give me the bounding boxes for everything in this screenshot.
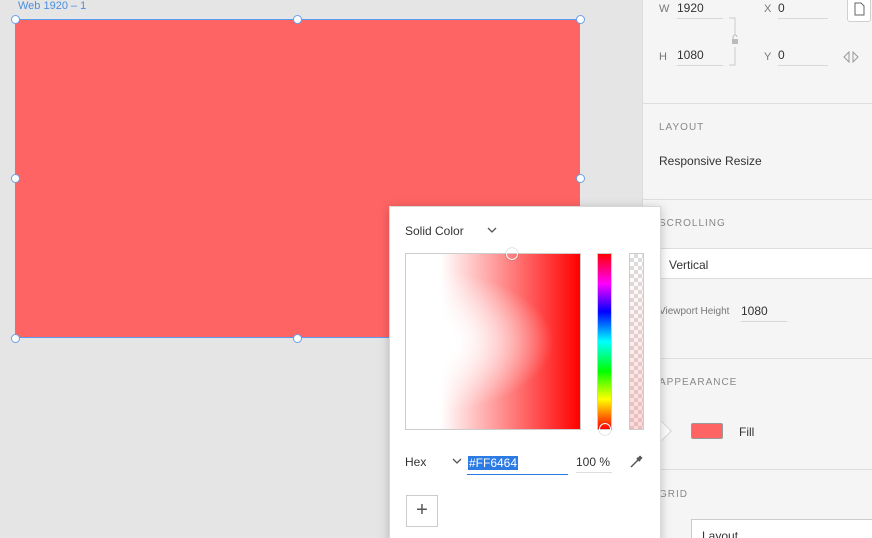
hex-input[interactable]: #FF6464: [467, 453, 568, 475]
chevron-down-icon[interactable]: [452, 457, 462, 465]
section-divider: [643, 358, 872, 359]
viewport-height-input[interactable]: 1080: [741, 304, 787, 322]
viewport-height-label: Viewport Height: [659, 306, 730, 317]
document-icon[interactable]: [847, 0, 871, 22]
grid-section-title: GRID: [659, 489, 688, 500]
height-label: H: [659, 51, 667, 63]
grid-type-dropdown[interactable]: Layout: [691, 519, 872, 538]
hue-slider-thumb[interactable]: [599, 423, 611, 435]
responsive-resize-toggle[interactable]: Responsive Resize: [659, 154, 762, 168]
add-swatch-button[interactable]: +: [406, 495, 438, 527]
chevron-down-icon[interactable]: [487, 226, 497, 234]
x-input[interactable]: 0: [778, 1, 828, 19]
height-input[interactable]: 1080: [677, 48, 723, 66]
y-label: Y: [764, 51, 772, 63]
hex-input-value: #FF6464: [468, 456, 519, 470]
x-label: X: [764, 3, 772, 15]
resize-handle-bottom-left[interactable]: [11, 334, 20, 343]
property-inspector: W 1920 X 0 H 1080 Y 0 LAYOUT Responsive …: [642, 0, 872, 538]
eyedropper-icon[interactable]: [628, 454, 644, 470]
section-divider: [643, 469, 872, 470]
opacity-input[interactable]: 100 %: [576, 455, 612, 473]
appearance-section-title: APPEARANCE: [659, 377, 738, 388]
color-format-label[interactable]: Hex: [405, 455, 426, 469]
scrolling-dropdown[interactable]: Vertical: [643, 248, 872, 279]
flip-icon[interactable]: [843, 51, 859, 63]
fill-color-swatch[interactable]: [691, 423, 723, 439]
scrolling-section-title: SCROLLING: [659, 218, 726, 229]
fill-label: Fill: [739, 425, 755, 439]
width-input[interactable]: 1920: [677, 1, 723, 19]
hue-slider[interactable]: [597, 253, 612, 430]
width-label: W: [659, 3, 670, 15]
resize-handle-top-left[interactable]: [11, 15, 20, 24]
grid-type-value: Layout: [702, 529, 739, 538]
resize-handle-middle-left[interactable]: [11, 174, 20, 183]
color-mode-label[interactable]: Solid Color: [405, 224, 464, 238]
opacity-slider[interactable]: [629, 253, 644, 430]
resize-handle-middle-right[interactable]: [576, 174, 585, 183]
section-divider: [643, 199, 872, 200]
scrolling-dropdown-value: Vertical: [669, 258, 709, 272]
y-input[interactable]: 0: [778, 48, 828, 66]
resize-handle-bottom-middle[interactable]: [293, 334, 302, 343]
color-picker-popup: Solid Color Hex #FF6464 100 % +: [389, 206, 661, 538]
section-divider: [643, 103, 872, 104]
saturation-value-cursor[interactable]: [506, 248, 518, 260]
lock-proportions-icon[interactable]: [727, 17, 741, 69]
resize-handle-top-right[interactable]: [576, 15, 585, 24]
artboard-label[interactable]: Web 1920 – 1: [18, 0, 86, 12]
resize-handle-top-middle[interactable]: [293, 15, 302, 24]
layout-section-title: LAYOUT: [659, 122, 705, 133]
saturation-value-square[interactable]: [405, 253, 581, 430]
